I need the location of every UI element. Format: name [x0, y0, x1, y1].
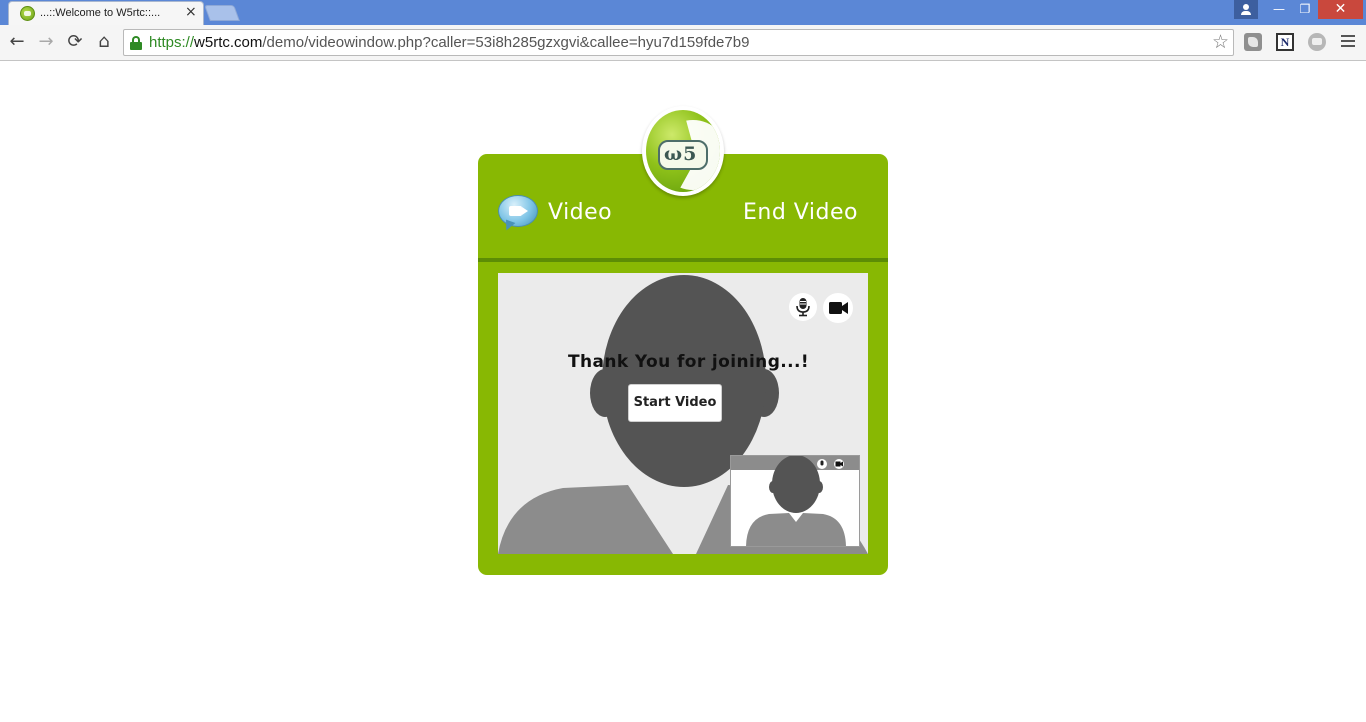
thank-you-message: Thank You for joining...!	[568, 352, 809, 372]
back-icon[interactable]: ←	[6, 31, 28, 53]
window-minimize-button[interactable]: —	[1266, 0, 1292, 19]
video-chat-icon	[498, 195, 538, 233]
window-close-button[interactable]: ✕	[1318, 0, 1363, 19]
window-maximize-button[interactable]: ❐	[1292, 0, 1318, 19]
w5rtc-logo: ω5	[642, 106, 724, 196]
w5rtc-favicon-icon	[20, 6, 35, 21]
browser-toolbar: ← → ⟳ ⌂ https://w5rtc.com/demo/videowind…	[0, 25, 1366, 61]
url-scheme: https://	[149, 34, 195, 51]
end-video-button[interactable]: End Video	[743, 200, 858, 225]
browser-tab[interactable]: ...::Welcome to W5rtc::... ×	[8, 1, 204, 25]
new-tab-button[interactable]	[204, 5, 240, 21]
reload-icon[interactable]: ⟳	[64, 31, 86, 53]
extension-3-icon[interactable]	[1308, 33, 1326, 51]
avatar-left-shoulder	[498, 485, 673, 554]
camera-button[interactable]	[823, 293, 853, 323]
microphone-icon	[796, 298, 810, 317]
bookmark-star-icon[interactable]: ☆	[1212, 31, 1229, 53]
logo-text: ω5	[664, 143, 698, 165]
local-avatar-silhouette	[746, 456, 846, 546]
lock-icon[interactable]	[130, 36, 142, 50]
tab-close-icon[interactable]: ×	[185, 4, 197, 20]
tab-title: ...::Welcome to W5rtc::...	[40, 7, 161, 19]
url-host: w5rtc.com	[194, 34, 263, 51]
local-video-preview	[730, 455, 860, 547]
extension-1-icon[interactable]	[1244, 33, 1262, 51]
user-profile-icon[interactable]	[1234, 0, 1258, 19]
start-video-button[interactable]: Start Video	[628, 384, 722, 422]
forward-icon[interactable]: →	[35, 31, 57, 53]
microphone-button[interactable]	[789, 293, 817, 321]
url-path: /demo/videowindow.php?caller=53i8h285gzx…	[262, 34, 750, 51]
header-divider	[478, 258, 888, 262]
address-bar[interactable]: https://w5rtc.com/demo/videowindow.php?c…	[123, 29, 1234, 56]
browser-menu-icon[interactable]	[1341, 35, 1355, 50]
browser-title-bar: ...::Welcome to W5rtc::... × — ❐ ✕	[0, 0, 1366, 25]
video-camera-icon	[829, 302, 848, 314]
url-text[interactable]: https://w5rtc.com/demo/videowindow.php?c…	[149, 34, 749, 51]
home-icon[interactable]: ⌂	[93, 31, 115, 53]
video-title: Video	[548, 200, 613, 225]
n-extension-icon[interactable]: N	[1276, 33, 1294, 51]
